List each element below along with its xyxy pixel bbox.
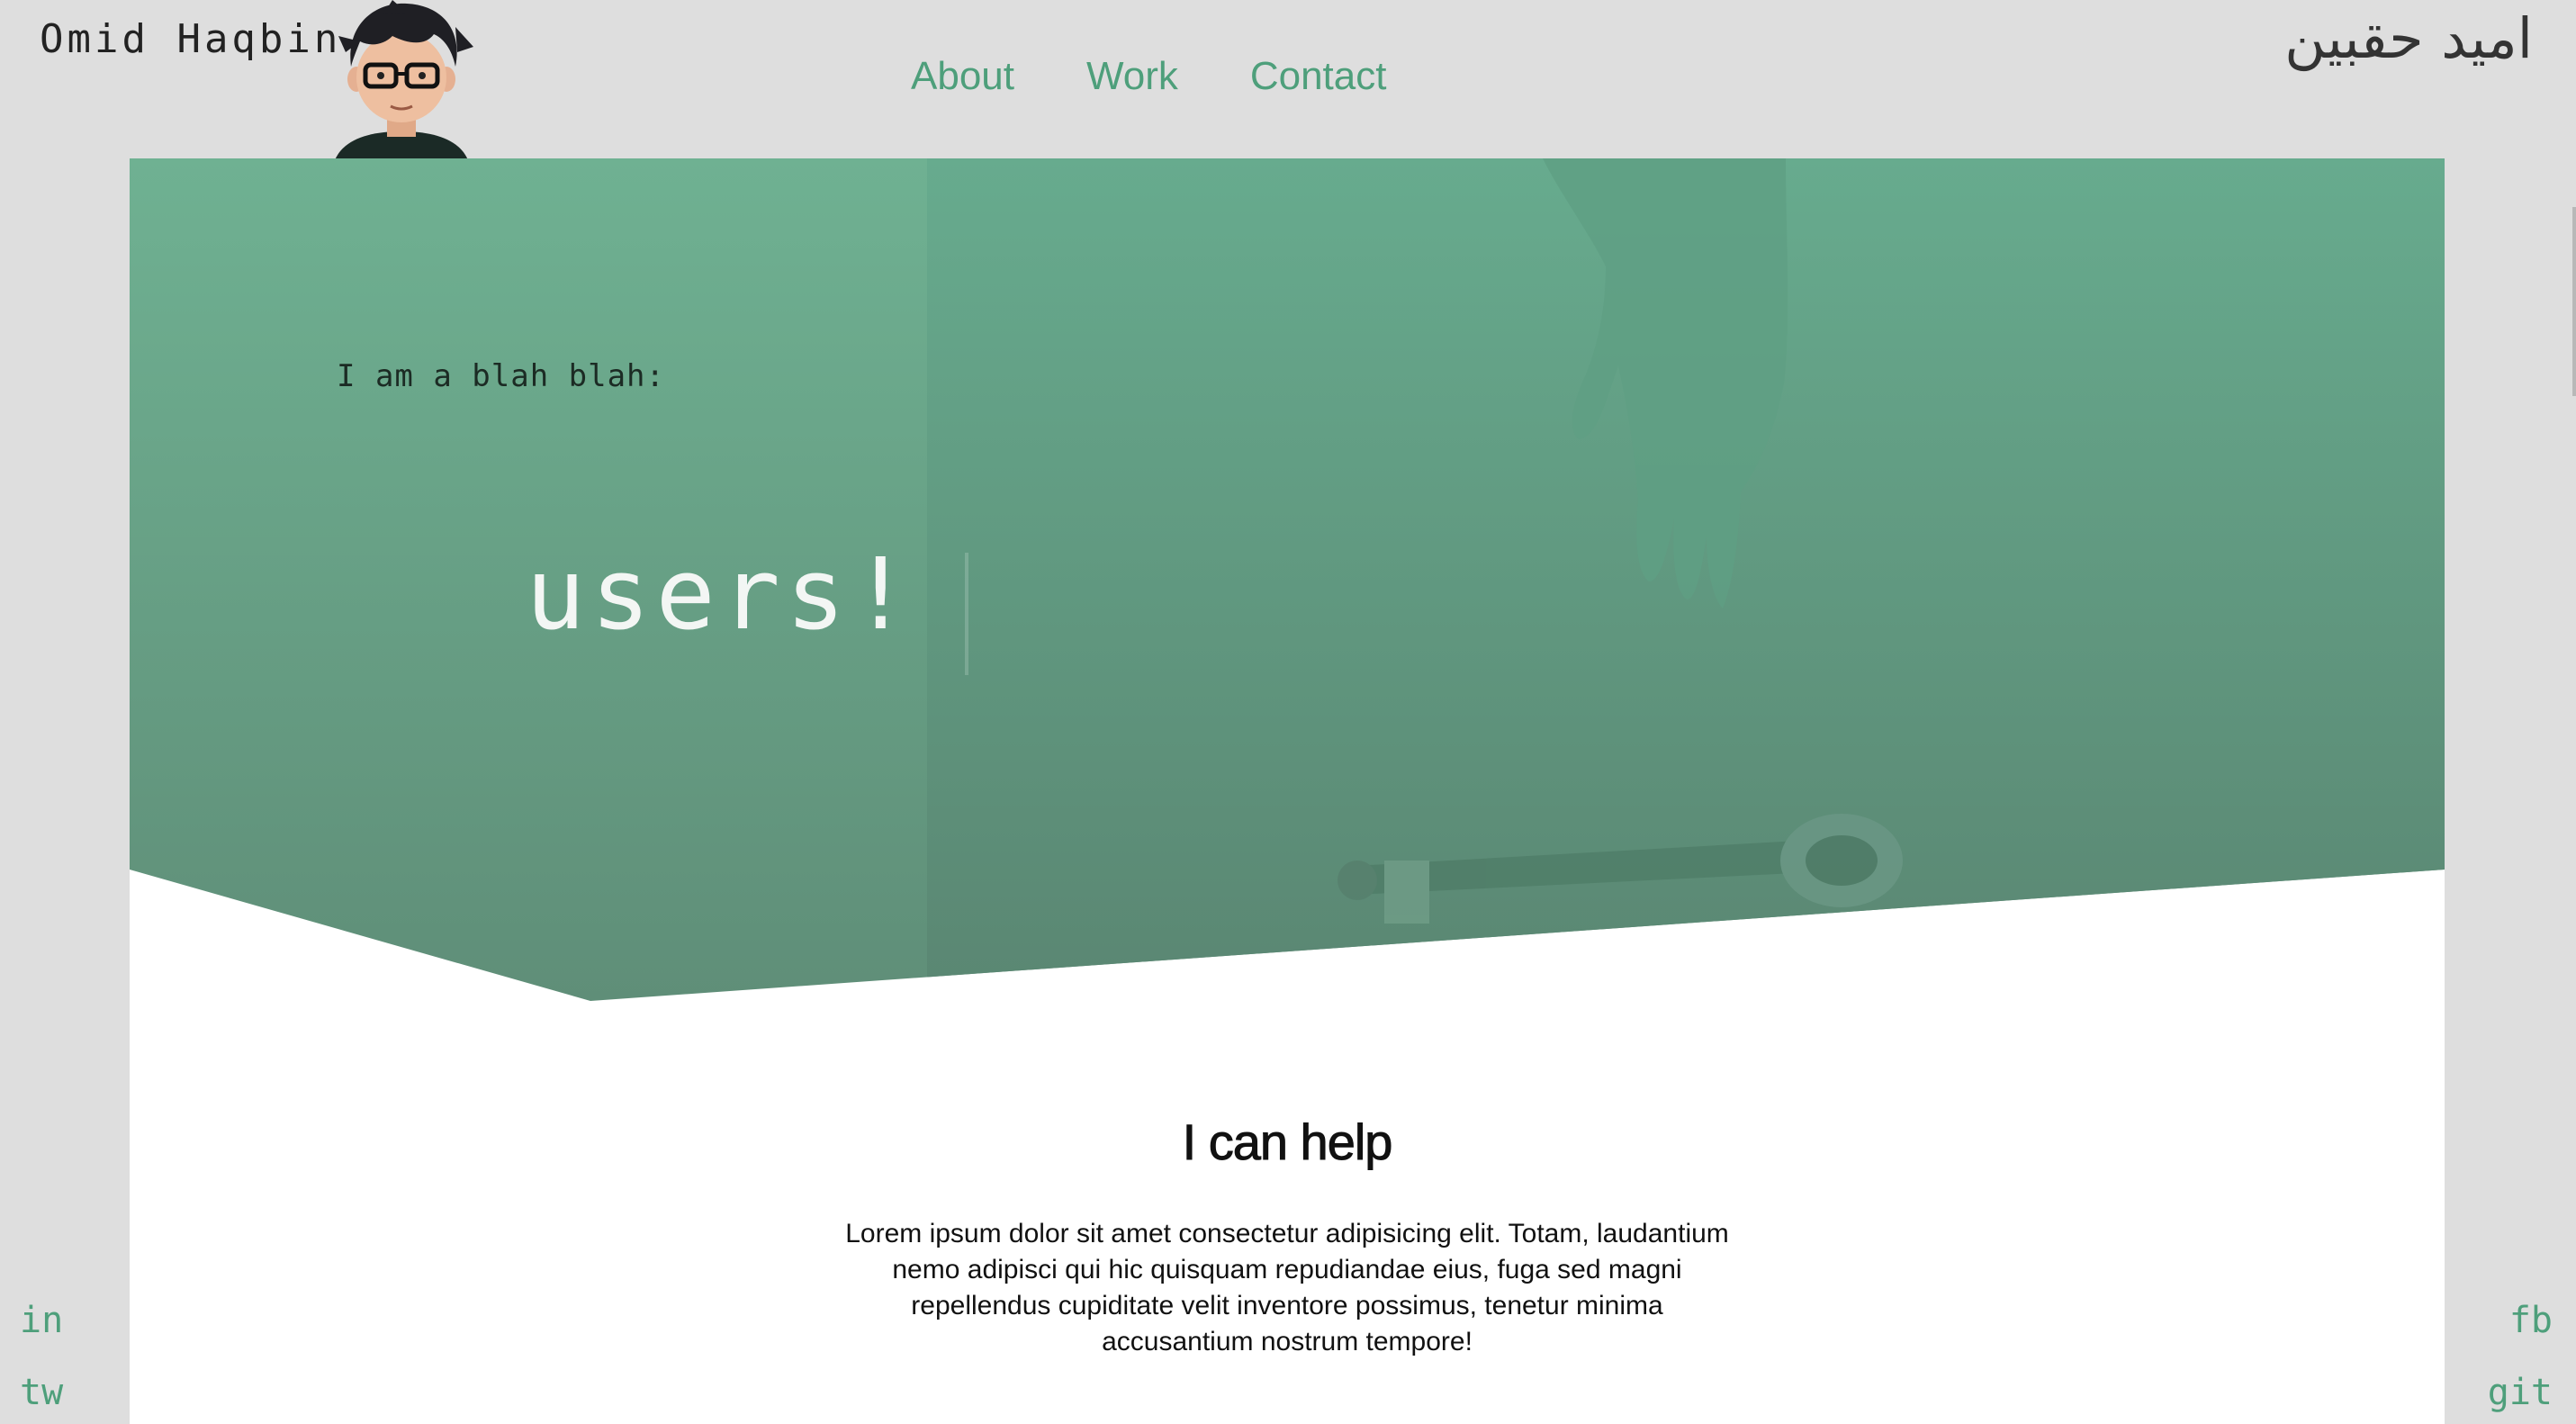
help-section: I can help Lorem ipsum dolor sit amet co…	[130, 1113, 2445, 1360]
hero-intro: I am a blah blah:	[337, 358, 665, 394]
github-link[interactable]: git	[2488, 1372, 2553, 1413]
main-nav: About Work Contact	[911, 54, 1386, 99]
twitter-link[interactable]: tw	[20, 1372, 63, 1413]
typing-cursor	[965, 553, 968, 675]
scrollbar[interactable]	[2572, 207, 2576, 396]
linkedin-link[interactable]: in	[20, 1300, 63, 1341]
nav-about[interactable]: About	[911, 54, 1014, 99]
facebook-link[interactable]: fb	[2509, 1300, 2553, 1341]
nav-work[interactable]: Work	[1086, 54, 1178, 99]
nav-contact[interactable]: Contact	[1250, 54, 1387, 99]
help-heading: I can help	[1182, 1113, 1393, 1171]
help-body: Lorem ipsum dolor sit amet consectetur a…	[845, 1219, 1729, 1356]
hero-section: I am a blah blah: users!	[130, 158, 2445, 1005]
hero-background	[130, 158, 2445, 1001]
hero-typed-word: users!	[526, 536, 916, 652]
brand-name[interactable]: Omid Haqbin	[40, 16, 341, 62]
brand-name-arabic: امید حقبین	[2284, 5, 2533, 71]
main-content: I am a blah blah: users! I can help Lore…	[130, 158, 2445, 1424]
avatar	[320, 0, 482, 160]
